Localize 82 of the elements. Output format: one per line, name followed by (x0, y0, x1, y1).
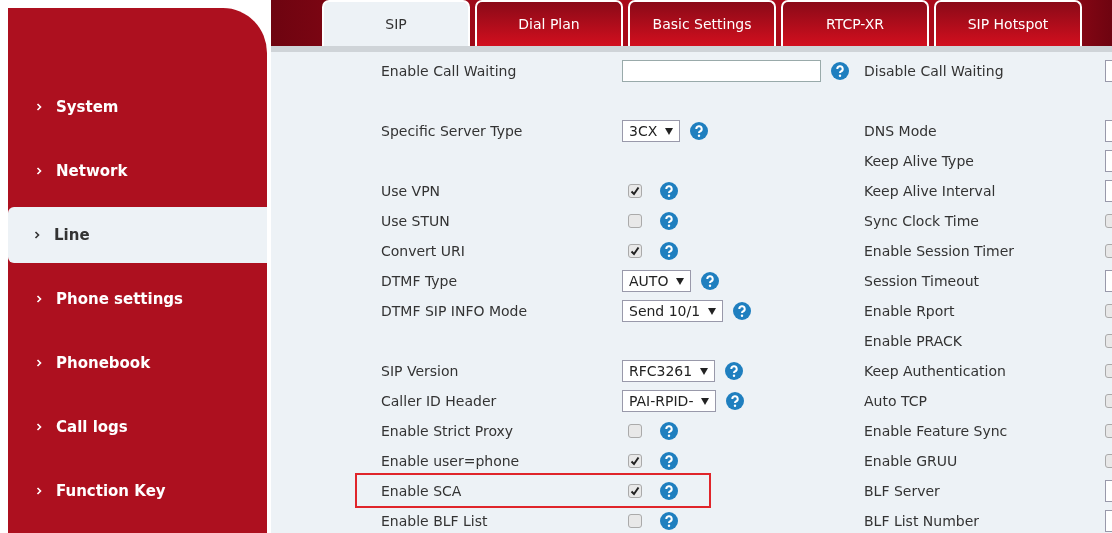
field-label: Enable Session Timer (864, 241, 1016, 261)
caret-icon (700, 367, 709, 375)
sidebar-item[interactable]: System (8, 79, 267, 135)
field-label: Enable Strict Proxy (381, 421, 515, 441)
field-label: Caller ID Header (381, 391, 498, 411)
chevron-icon (36, 167, 42, 175)
chevron-icon (36, 359, 42, 367)
field-label: DTMF SIP INFO Mode (381, 301, 529, 321)
sidebar-item[interactable]: Function Key (8, 463, 267, 519)
caret-icon (708, 307, 717, 315)
field-label: Enable Call Waiting (381, 61, 518, 81)
field-label: BLF Server (864, 481, 941, 501)
tab[interactable]: Dial Plan (475, 0, 623, 46)
tab[interactable]: Basic Settings (628, 0, 776, 46)
help-icon[interactable] (660, 422, 678, 440)
checkbox[interactable] (628, 184, 642, 198)
field-label: Convert URI (381, 241, 466, 261)
help-icon[interactable] (726, 392, 745, 410)
dropdown[interactable]: Send 10/1 (622, 300, 724, 322)
input-field[interactable] (622, 60, 821, 82)
sidebar-item[interactable]: Phonebook (8, 335, 267, 391)
field-label: Specific Server Type (381, 121, 524, 141)
checkbox[interactable] (628, 454, 642, 468)
checkbox[interactable] (628, 514, 642, 528)
field-label: Use STUN (381, 211, 451, 231)
check-icon (630, 486, 640, 496)
help-icon[interactable] (733, 302, 752, 320)
field-label: Sync Clock Time (864, 211, 980, 231)
field-label: Enable Feature Sync (864, 421, 1009, 441)
help-icon[interactable] (660, 182, 678, 200)
sidebar-item[interactable]: Phone settings (8, 271, 267, 327)
help-icon[interactable] (660, 512, 678, 530)
help-icon[interactable] (690, 122, 709, 140)
caret-icon (701, 397, 710, 405)
help-icon[interactable] (660, 242, 678, 260)
chevron-icon (36, 487, 42, 495)
sidebar-item[interactable]: Call logs (8, 399, 267, 455)
field-label: Enable user=phone (381, 451, 521, 471)
checkbox[interactable] (628, 484, 642, 498)
field-label: Session Timeout (864, 271, 981, 291)
tab[interactable]: SIP Hotspot (934, 0, 1082, 46)
check-icon (630, 186, 640, 196)
checkbox[interactable] (628, 244, 642, 258)
help-icon[interactable] (831, 62, 849, 80)
field-label: Enable GRUU (864, 451, 959, 471)
tab[interactable]: RTCP-XR (781, 0, 929, 46)
dropdown[interactable]: 3CX (622, 120, 681, 142)
chevron-icon (36, 423, 42, 431)
caret-icon (665, 127, 674, 135)
field-label: Enable PRACK (864, 331, 964, 351)
field-label: Enable SCA (381, 481, 463, 501)
field-label: Auto TCP (864, 391, 928, 411)
dropdown[interactable]: AUTO (622, 270, 692, 292)
field-label: SIP Version (381, 361, 460, 381)
tab[interactable]: SIP (322, 0, 470, 46)
field-label: Keep Alive Interval (864, 181, 997, 201)
field-label: Use VPN (381, 181, 442, 201)
field-label: DNS Mode (864, 121, 938, 141)
field-label: Disable Call Waiting (864, 61, 1005, 81)
help-icon[interactable] (660, 212, 678, 230)
checkbox[interactable] (628, 424, 642, 438)
check-icon (630, 456, 640, 466)
help-icon[interactable] (725, 362, 744, 380)
help-icon[interactable] (660, 452, 678, 470)
help-icon[interactable] (660, 482, 678, 500)
field-label: DTMF Type (381, 271, 459, 291)
check-icon (630, 246, 640, 256)
chevron-icon (36, 295, 42, 303)
field-label: Keep Alive Type (864, 151, 975, 171)
checkbox[interactable] (628, 214, 642, 228)
chevron-icon (36, 103, 42, 111)
field-label: BLF List Number (864, 511, 981, 531)
chevron-icon (34, 231, 40, 239)
caret-icon (676, 277, 685, 285)
sidebar-item[interactable]: Network (8, 143, 267, 199)
field-label: Enable Rport (864, 301, 956, 321)
field-label: Enable BLF List (381, 511, 489, 531)
dropdown[interactable]: PAI-RPID- (622, 390, 717, 412)
field-label: Keep Authentication (864, 361, 1007, 381)
help-icon[interactable] (701, 272, 720, 290)
dropdown[interactable]: RFC3261 (622, 360, 716, 382)
sidebar-item[interactable]: Line (8, 207, 267, 263)
